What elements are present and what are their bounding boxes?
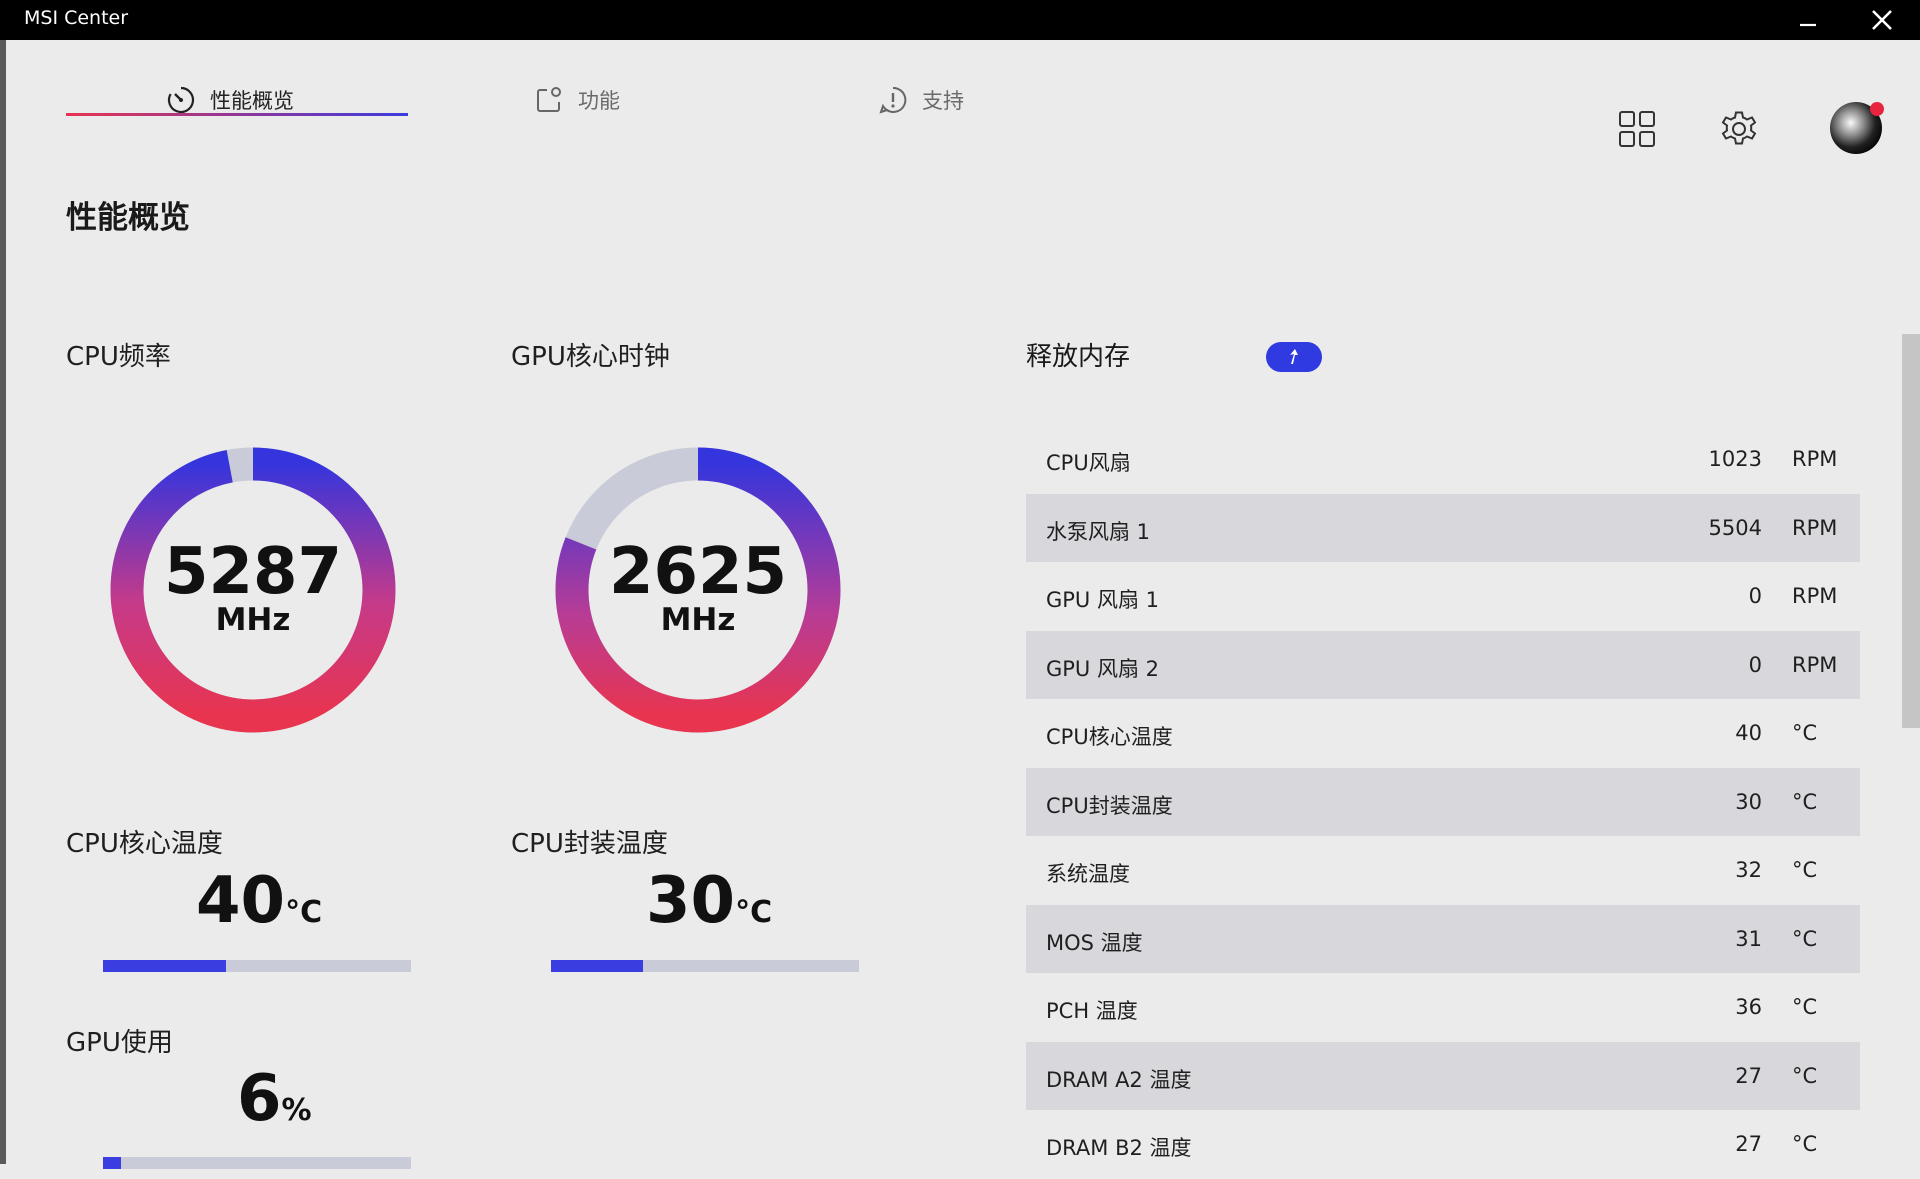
cpu-package-temp-label: CPU封装温度 — [511, 829, 668, 859]
sensor-row: CPU风扇 1023 RPM — [1026, 425, 1860, 494]
gear-icon — [1721, 111, 1757, 145]
active-tab-indicator — [66, 113, 408, 116]
boost-arrow-icon — [1290, 349, 1298, 364]
gpu-usage-number: 6 — [237, 1062, 282, 1136]
main-area: 性能概览 功能 支持 性能概览 CPU频率 5287 MHz GPU核心时钟 2… — [6, 40, 1920, 1169]
gpu-usage-label: GPU使用 — [66, 1028, 173, 1058]
gpu-usage-unit: % — [281, 1093, 312, 1128]
settings-button[interactable] — [1714, 104, 1764, 154]
cpu-core-temp-label: CPU核心温度 — [66, 829, 223, 859]
gpu-usage-bar-fill — [103, 1157, 122, 1169]
cpu-core-temp-bar-fill — [103, 960, 227, 972]
minimize-icon — [1800, 23, 1816, 27]
sensor-value: 0 — [1748, 584, 1762, 608]
sensor-value: 0 — [1748, 652, 1762, 677]
sensor-list: CPU风扇 1023 RPM 水泵风扇 1 5504 RPM GPU 风扇 1 0 RPM GPU… — [1026, 425, 1860, 1179]
scrollbar[interactable] — [1902, 334, 1920, 728]
cpu-package-temp-bar — [551, 960, 859, 972]
function-icon — [534, 85, 564, 115]
sensor-unit: °C — [1792, 1063, 1818, 1088]
sensor-unit: °C — [1792, 995, 1818, 1019]
cpu-core-temp-bar — [103, 960, 411, 972]
sensor-row: 水泵风扇 1 5504 RPM — [1026, 493, 1860, 562]
tab-label: 支持 — [922, 89, 964, 113]
cpu-frequency-unit: MHz — [215, 602, 291, 638]
gpu-clock-gauge: 2625 MHz — [548, 440, 848, 740]
sensor-unit: °C — [1792, 858, 1818, 882]
sensor-name: 系统温度 — [1046, 862, 1130, 886]
sensor-value: 27 — [1735, 1063, 1762, 1088]
tab-features[interactable]: 功能 — [534, 60, 620, 140]
sensor-value: 32 — [1735, 858, 1762, 882]
sensor-row: CPU核心温度 40 °C — [1026, 699, 1860, 768]
apps-grid-icon — [1619, 111, 1655, 147]
sensor-name: GPU 风扇 1 — [1046, 588, 1160, 612]
sensor-name: PCH 温度 — [1046, 999, 1138, 1023]
gauge-icon — [166, 85, 196, 115]
sensor-name: DRAM B2 温度 — [1046, 1136, 1192, 1160]
sensor-unit: °C — [1792, 1132, 1818, 1156]
sensor-value: 36 — [1735, 995, 1762, 1019]
apps-button[interactable] — [1612, 104, 1662, 154]
sensor-row: GPU 风扇 1 0 RPM — [1026, 562, 1860, 631]
gpu-clock-unit: MHz — [660, 602, 736, 638]
sensor-name: MOS 温度 — [1046, 930, 1143, 955]
sensor-name: CPU核心温度 — [1046, 725, 1173, 749]
sensor-name: GPU 风扇 2 — [1046, 656, 1160, 681]
sensor-name: CPU封装温度 — [1046, 793, 1173, 818]
cpu-package-temp-value: 30°C — [646, 866, 772, 948]
cpu-core-temp-value: 40°C — [196, 866, 322, 948]
sensor-value: 31 — [1735, 926, 1762, 951]
tab-label: 功能 — [578, 89, 620, 113]
tab-support[interactable]: 支持 — [878, 60, 964, 140]
sensor-value: 30 — [1735, 789, 1762, 814]
sensor-unit: °C — [1792, 789, 1818, 814]
sensor-row: 系统温度 32 °C — [1026, 836, 1860, 905]
sensor-unit: RPM — [1792, 584, 1838, 608]
sensor-unit: RPM — [1792, 652, 1838, 677]
sensor-name: DRAM A2 温度 — [1046, 1067, 1192, 1092]
sensor-unit: RPM — [1792, 447, 1838, 471]
cpu-package-temp-number: 30 — [646, 864, 736, 938]
support-icon — [878, 85, 908, 115]
gpu-clock-value: 2625 — [608, 535, 788, 609]
sensor-row: DRAM B2 温度 27 °C — [1026, 1110, 1860, 1179]
page-title: 性能概览 — [66, 200, 190, 236]
cpu-frequency-gauge: 5287 MHz — [103, 440, 403, 740]
sensor-name: CPU风扇 — [1046, 451, 1131, 475]
app-title: MSI Center — [24, 7, 129, 29]
sensor-value: 5504 — [1708, 515, 1762, 540]
sensor-value: 27 — [1735, 1132, 1762, 1156]
cpu-frequency-value: 5287 — [163, 535, 343, 609]
sensor-row: PCH 温度 36 °C — [1026, 973, 1860, 1042]
gpu-usage-value: 6% — [237, 1064, 312, 1146]
sensor-row: MOS 温度 31 °C — [1026, 904, 1860, 973]
notification-dot — [1870, 102, 1884, 116]
tab-performance-overview[interactable]: 性能概览 — [166, 60, 294, 140]
sensor-unit: °C — [1792, 926, 1818, 951]
cpu-package-temp-unit: °C — [735, 895, 773, 930]
sensor-row: CPU封装温度 30 °C — [1026, 767, 1860, 836]
minimize-button[interactable] — [1778, 0, 1838, 40]
cpu-package-temp-bar-fill — [551, 960, 644, 972]
cpu-core-temp-number: 40 — [196, 864, 286, 938]
sensor-value: 40 — [1735, 721, 1762, 745]
close-icon — [1872, 10, 1892, 30]
cpu-core-temp-unit: °C — [285, 895, 323, 930]
gpu-usage-bar — [103, 1157, 411, 1169]
close-button[interactable] — [1852, 0, 1912, 40]
free-memory-label: 释放内存 — [1026, 342, 1131, 372]
tab-label: 性能概览 — [210, 89, 294, 113]
gpu-clock-label: GPU核心时钟 — [511, 342, 670, 372]
sensor-unit: RPM — [1792, 515, 1838, 540]
title-bar: MSI Center — [0, 0, 1920, 40]
cpu-frequency-label: CPU频率 — [66, 342, 171, 372]
sensor-unit: °C — [1792, 721, 1818, 745]
sensor-value: 1023 — [1708, 447, 1762, 471]
sensor-name: 水泵风扇 1 — [1046, 519, 1151, 544]
sensor-row: DRAM A2 温度 27 °C — [1026, 1041, 1860, 1110]
free-memory-button[interactable] — [1266, 342, 1322, 372]
sensor-row: GPU 风扇 2 0 RPM — [1026, 630, 1860, 699]
